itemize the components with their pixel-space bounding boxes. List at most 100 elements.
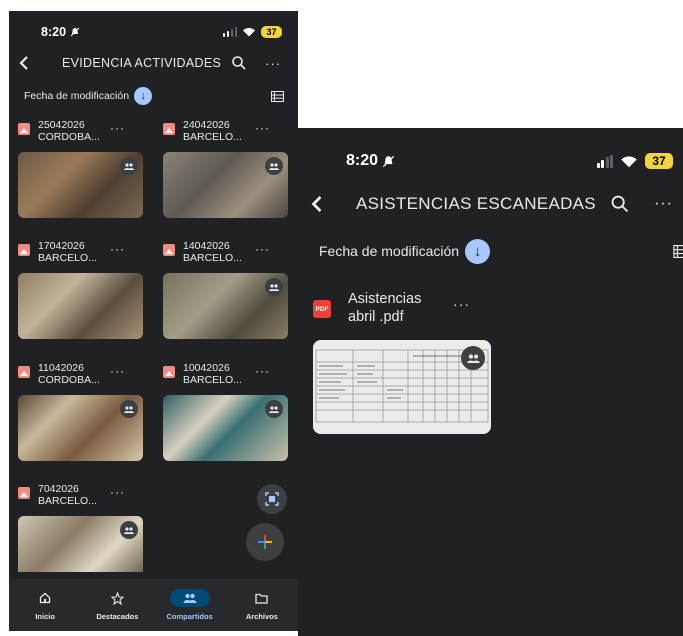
photo-thumbnail[interactable] xyxy=(163,152,288,218)
shared-people-icon xyxy=(265,400,283,418)
file-card[interactable]: 17042026 BARCELO... ··· xyxy=(18,240,143,339)
file-name: 14042026 BARCELO... xyxy=(183,240,242,264)
nav-archivos[interactable]: Archivos xyxy=(228,589,296,621)
scan-icon xyxy=(265,492,279,506)
more-options-icon[interactable]: ··· xyxy=(110,485,125,499)
status-time-text: 8:20 xyxy=(41,25,67,39)
nav-inicio[interactable]: Inicio xyxy=(11,589,79,621)
more-options-icon[interactable]: ··· xyxy=(453,296,470,312)
sort-direction-icon[interactable]: ↓ xyxy=(465,238,491,264)
file-card[interactable]: 24042026 BARCELO... ··· xyxy=(163,119,288,218)
file-name: 10042026 BARCELO... xyxy=(183,362,242,386)
evidencia-actividades-screen: 8:20 37 EVIDENCIA ACTIVIDADES ··· Fecha … xyxy=(9,11,298,631)
nav-label: Archivos xyxy=(245,612,278,621)
home-icon xyxy=(25,589,65,607)
file-name: 17042026 BARCELO... xyxy=(38,240,97,264)
photo-thumbnail[interactable] xyxy=(18,516,143,572)
new-button[interactable] xyxy=(246,523,284,561)
more-options-icon[interactable]: ··· xyxy=(110,242,125,256)
status-indicators: 37 xyxy=(596,153,673,169)
photo-thumbnail[interactable] xyxy=(163,273,288,339)
wifi-icon xyxy=(621,155,637,167)
image-file-icon xyxy=(18,244,30,256)
search-icon[interactable] xyxy=(231,55,247,71)
sort-label: Fecha de modificación xyxy=(24,90,130,102)
signal-icon xyxy=(596,154,613,168)
wifi-icon xyxy=(243,28,255,37)
nav-destacados[interactable]: Destacados xyxy=(83,589,151,621)
bottom-navigation: Inicio Destacados Compartidos Archivos xyxy=(9,579,298,631)
file-name: 24042026 BARCELO... xyxy=(183,119,242,143)
sort-row: Fecha de modificación ↓ xyxy=(298,238,683,264)
sort-label: Fecha de modificación xyxy=(319,243,460,259)
file-card[interactable]: 7042026 BARCELO... ··· xyxy=(18,483,143,572)
photo-thumbnail[interactable] xyxy=(18,395,143,461)
page-title: ASISTENCIAS ESCANEADAS xyxy=(356,194,596,213)
photo-thumbnail[interactable] xyxy=(163,395,288,461)
sort-control[interactable]: Fecha de modificación ↓ xyxy=(319,238,491,264)
sort-row: Fecha de modificación ↓ xyxy=(9,86,298,106)
search-icon[interactable] xyxy=(610,194,630,214)
battery-indicator: 37 xyxy=(645,153,673,169)
shared-people-icon xyxy=(461,346,485,370)
status-bar: 8:20 37 xyxy=(9,25,298,39)
top-app-bar: ASISTENCIAS ESCANEADAS ··· xyxy=(298,190,683,218)
status-time: 8:20 xyxy=(346,152,395,170)
pdf-file-icon: PDF xyxy=(313,300,331,318)
nav-label: Inicio xyxy=(35,612,55,621)
nav-label: Compartidos xyxy=(166,612,213,621)
shared-icon xyxy=(169,589,210,607)
file-name: 11042026 CORDOBA... xyxy=(38,362,100,386)
list-view-icon[interactable] xyxy=(673,244,683,258)
status-time: 8:20 xyxy=(41,25,80,39)
nav-compartidos[interactable]: Compartidos xyxy=(156,589,224,621)
plus-icon xyxy=(258,535,272,549)
shared-people-icon xyxy=(265,278,283,296)
status-indicators: 37 xyxy=(222,26,282,38)
pdf-file-card[interactable]: PDF Asistencias abril .pdf ··· xyxy=(313,290,491,434)
bell-muted-icon xyxy=(70,27,80,37)
file-card[interactable]: 14042026 BARCELO... ··· xyxy=(163,240,288,339)
file-card[interactable]: 25042026 CORDOBA... ··· xyxy=(18,119,143,218)
photo-thumbnail[interactable] xyxy=(18,152,143,218)
pdf-thumbnail[interactable] xyxy=(313,340,491,434)
image-file-icon xyxy=(163,366,175,378)
list-view-icon[interactable] xyxy=(271,90,284,102)
status-bar: 8:20 37 xyxy=(298,152,683,170)
image-file-icon xyxy=(163,244,175,256)
more-options-icon[interactable]: ··· xyxy=(265,56,281,71)
image-file-icon xyxy=(18,366,30,378)
status-time-text: 8:20 xyxy=(346,152,379,169)
photo-thumbnail[interactable] xyxy=(18,273,143,339)
more-options-icon[interactable]: ··· xyxy=(255,242,270,256)
more-options-icon[interactable]: ··· xyxy=(255,364,270,378)
image-file-icon xyxy=(163,123,175,135)
back-arrow-icon[interactable] xyxy=(18,55,30,71)
top-app-bar: EVIDENCIA ACTIVIDADES ··· xyxy=(9,51,298,75)
file-card[interactable]: 11042026 CORDOBA... ··· xyxy=(18,362,143,461)
signal-icon xyxy=(222,27,237,37)
back-arrow-icon[interactable] xyxy=(310,194,324,214)
shared-people-icon xyxy=(120,521,138,539)
image-file-icon xyxy=(18,487,30,499)
more-options-icon[interactable]: ··· xyxy=(110,121,125,135)
sort-direction-icon[interactable]: ↓ xyxy=(134,87,153,105)
more-options-icon[interactable]: ··· xyxy=(654,195,673,213)
bell-muted-icon xyxy=(382,155,395,167)
more-options-icon[interactable]: ··· xyxy=(255,121,270,135)
more-options-icon[interactable]: ··· xyxy=(110,364,125,378)
asistencias-escaneadas-screen: 8:20 37 ASISTENCIAS ESCANEADAS ··· Fecha… xyxy=(298,128,683,636)
page-title: EVIDENCIA ACTIVIDADES xyxy=(62,56,222,70)
sort-control[interactable]: Fecha de modificación ↓ xyxy=(24,87,153,105)
file-card[interactable]: 10042026 BARCELO... ··· xyxy=(163,362,288,461)
file-name: 25042026 CORDOBA... xyxy=(38,119,100,143)
file-name: 7042026 BARCELO... xyxy=(38,483,97,507)
shared-people-icon xyxy=(120,157,138,175)
shared-people-icon xyxy=(265,157,283,175)
battery-indicator: 37 xyxy=(261,26,282,38)
folder-icon xyxy=(242,589,282,607)
star-icon xyxy=(97,589,137,607)
shared-people-icon xyxy=(120,400,138,418)
nav-label: Destacados xyxy=(96,612,139,621)
scan-document-button[interactable] xyxy=(257,484,287,514)
